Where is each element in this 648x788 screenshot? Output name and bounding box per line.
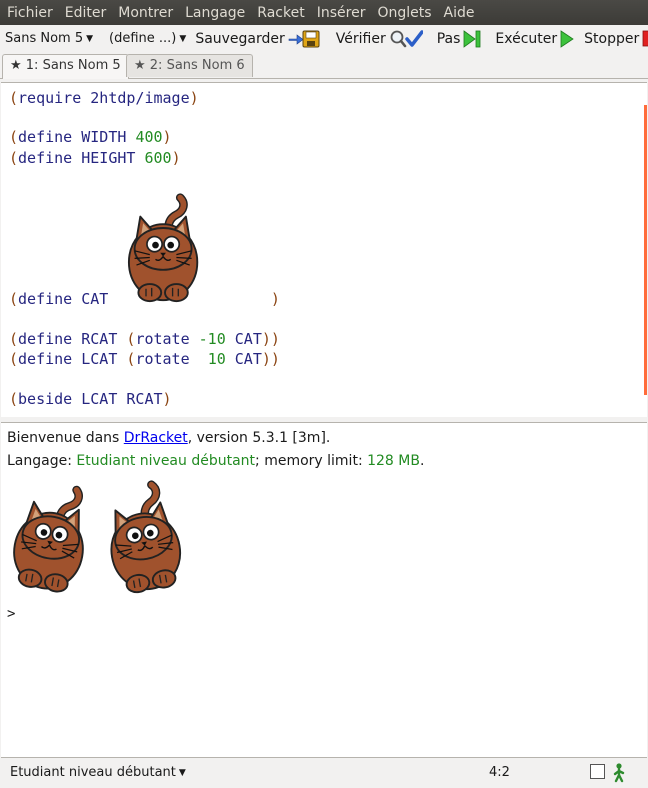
running-man-icon: [613, 763, 625, 783]
code-line-rcat: (define RCAT (rotate -10 CAT)): [9, 330, 280, 348]
tab-bar: ★ 1: Sans Nom 5 ★ 2: Sans Nom 6: [0, 52, 648, 79]
caret-down-icon: ▼: [179, 33, 187, 44]
menu-bar: Fichier Editer Montrer Langage Racket In…: [0, 0, 648, 25]
result-cat-left: [5, 471, 100, 600]
save-icon: [288, 30, 320, 47]
check-syntax-button[interactable]: Vérifier: [335, 29, 423, 48]
menu-langage[interactable]: Langage: [179, 5, 251, 21]
scroll-indicator: [644, 105, 647, 395]
menu-onglets[interactable]: Onglets: [371, 5, 437, 21]
define-dropdown[interactable]: (define ...) ▼: [104, 31, 191, 46]
status-checkbox[interactable]: [590, 764, 605, 779]
result-cat-right: [97, 471, 192, 600]
tab-sans-nom-6[interactable]: ★ 2: Sans Nom 6: [126, 54, 253, 77]
save-button[interactable]: Sauvegarder: [195, 30, 320, 48]
toolbar: Sans Nom 5 ▼ (define ...) ▼ Sauvegarder …: [0, 25, 648, 52]
cursor-position: 4:2: [489, 765, 510, 780]
interactions-pane[interactable]: Bienvenue dans DrRacket, version 5.3.1 […: [1, 422, 647, 758]
code-line-beside: (beside LCAT RCAT): [9, 390, 172, 408]
run-label: Exécuter: [495, 30, 558, 47]
language-line: Langage: Etudiant niveau débutant; memor…: [7, 453, 425, 469]
definitions-editor[interactable]: (require 2htdp/image) (define WIDTH 400)…: [1, 82, 647, 418]
code-line-lcat: (define LCAT (rotate 10 CAT)): [9, 350, 280, 368]
code-line-height: (define HEIGHT 600): [9, 149, 181, 167]
magnifier-check-icon: [390, 29, 423, 47]
menu-editer[interactable]: Editer: [59, 5, 112, 21]
welcome-line: Bienvenue dans DrRacket, version 5.3.1 […: [7, 430, 331, 446]
memory-limit: 128 MB: [367, 453, 420, 469]
menu-aide[interactable]: Aide: [438, 5, 481, 21]
stop-label: Stopper: [584, 30, 640, 47]
step-label: Pas: [436, 30, 461, 47]
caret-down-icon: ▼: [178, 767, 186, 778]
code-line-require: (require 2htdp/image): [9, 89, 199, 107]
language-name: Etudiant niveau débutant: [76, 453, 256, 469]
file-dropdown[interactable]: Sans Nom 5 ▼: [0, 31, 98, 46]
save-button-label: Sauvegarder: [195, 30, 285, 47]
stop-icon: [642, 30, 648, 47]
repl-prompt: >: [7, 606, 16, 622]
cat-image: [127, 187, 203, 307]
menu-montrer[interactable]: Montrer: [112, 5, 179, 21]
language-selector-label: Etudiant niveau débutant: [10, 765, 176, 780]
language-selector[interactable]: Etudiant niveau débutant ▼: [10, 765, 186, 780]
drracket-link[interactable]: DrRacket: [124, 430, 188, 446]
file-dropdown-label: Sans Nom 5: [5, 31, 84, 46]
menu-inserer[interactable]: Insérer: [311, 5, 372, 21]
menu-fichier[interactable]: Fichier: [0, 5, 59, 21]
status-bar: Etudiant niveau débutant ▼ 4:2: [0, 758, 648, 788]
tab-sans-nom-5[interactable]: ★ 1: Sans Nom 5: [2, 54, 129, 79]
check-syntax-label: Vérifier: [335, 30, 386, 47]
caret-down-icon: ▼: [86, 33, 94, 44]
step-icon: [464, 29, 481, 48]
step-button[interactable]: Pas: [436, 29, 482, 48]
menu-racket[interactable]: Racket: [251, 5, 310, 21]
run-button[interactable]: Exécuter: [495, 29, 574, 48]
define-dropdown-label: (define ...): [109, 31, 177, 46]
stop-button[interactable]: Stopper: [584, 30, 648, 47]
play-icon: [560, 29, 574, 48]
code-line-width: (define WIDTH 400): [9, 128, 172, 146]
